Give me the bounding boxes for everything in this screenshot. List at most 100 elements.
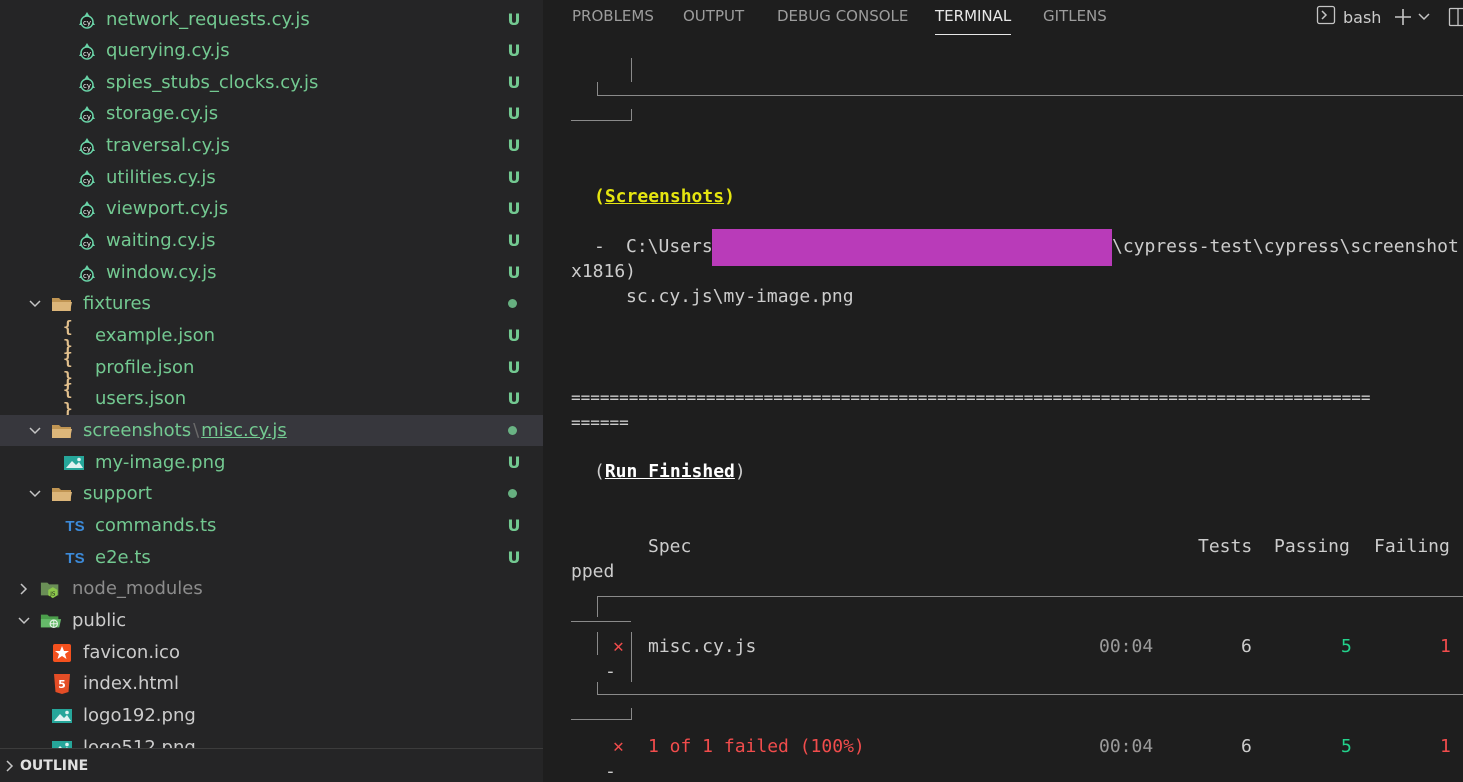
- chevron-down-icon[interactable]: [25, 288, 45, 319]
- tab-problems[interactable]: PROBLEMS: [572, 0, 654, 36]
- tab-label: PROBLEMS: [572, 7, 654, 25]
- folder-open-icon: [51, 483, 73, 505]
- summary-tests: 6: [1241, 736, 1252, 757]
- node-folder-icon: JS: [40, 578, 62, 600]
- svg-text:cy: cy: [83, 208, 91, 216]
- svg-text:cy: cy: [83, 240, 91, 248]
- tab-label: GITLENS: [1043, 7, 1107, 25]
- cypress-file-icon: cy: [76, 135, 98, 157]
- git-status-badge: U: [507, 41, 521, 60]
- file-row-commands-ts[interactable]: TS commands.ts U: [0, 510, 543, 541]
- file-row-waiting[interactable]: cy waiting.cy.js U: [0, 225, 543, 256]
- file-label: spies_stubs_clocks.cy.js: [106, 72, 319, 93]
- terminal-shell-selector[interactable]: bash: [1316, 5, 1381, 29]
- chevron-down-icon[interactable]: [25, 478, 45, 509]
- split-terminal-icon[interactable]: [1448, 5, 1463, 29]
- summary-failing: 1: [1440, 736, 1451, 757]
- box-border: [597, 82, 1463, 96]
- file-label: waiting.cy.js: [106, 230, 216, 251]
- terminal-output[interactable]: (Screenshots) - C:\Users \cypress-test\c…: [543, 36, 1463, 782]
- new-terminal-button[interactable]: [1393, 5, 1413, 29]
- table-header-passing: Passing: [1274, 536, 1350, 557]
- divider-line: ========================================…: [571, 388, 1371, 407]
- tab-output[interactable]: OUTPUT: [683, 0, 744, 36]
- file-row-example-json[interactable]: { } example.json U: [0, 317, 543, 355]
- git-status-badge: U: [507, 168, 521, 187]
- image-file-icon: [63, 452, 85, 474]
- svg-text:5: 5: [58, 678, 66, 691]
- cypress-file-icon: cy: [76, 72, 98, 94]
- outline-section-header[interactable]: OUTLINE: [0, 748, 543, 782]
- file-row-traversal[interactable]: cy traversal.cy.js U: [0, 130, 543, 161]
- svg-text:cy: cy: [83, 50, 91, 58]
- file-row-users-json[interactable]: { } users.json U: [0, 380, 543, 418]
- git-status-badge: U: [507, 10, 521, 29]
- chevron-down-icon[interactable]: [25, 415, 45, 446]
- folder-open-icon: [51, 293, 73, 315]
- chevron-right-icon[interactable]: [0, 749, 20, 782]
- tab-label: OUTPUT: [683, 7, 745, 25]
- chevron-down-icon[interactable]: [14, 605, 34, 636]
- file-row-index-html[interactable]: 5 index.html: [0, 668, 543, 699]
- tab-debug-console[interactable]: DEBUG CONSOLE: [777, 0, 908, 36]
- git-status-badge: U: [507, 389, 521, 408]
- file-label: logo192.png: [83, 705, 196, 726]
- public-folder-icon: [40, 610, 62, 632]
- svg-text:cy: cy: [83, 177, 91, 185]
- file-row-favicon[interactable]: favicon.ico: [0, 637, 543, 668]
- git-modified-dot: [508, 299, 517, 308]
- file-label: example.json: [95, 325, 215, 346]
- file-row-e2e-ts[interactable]: TS e2e.ts U: [0, 542, 543, 573]
- tab-terminal[interactable]: TERMINAL: [935, 0, 1012, 36]
- html5-file-icon: 5: [51, 673, 73, 695]
- file-row-logo192[interactable]: logo192.png: [0, 700, 543, 731]
- screenshot-path-wrap: x1816): [571, 261, 637, 282]
- folder-row-support[interactable]: support: [0, 478, 543, 509]
- file-label: index.html: [83, 673, 179, 694]
- folder-name: screenshots: [83, 420, 192, 441]
- tab-label: DEBUG CONSOLE: [777, 7, 909, 25]
- typescript-file-icon: TS: [65, 549, 85, 567]
- chevron-down-icon[interactable]: [1417, 5, 1431, 29]
- tab-gitlens[interactable]: GITLENS: [1043, 0, 1107, 36]
- folder-row-public[interactable]: public: [0, 605, 543, 636]
- folder-row-node-modules[interactable]: JS node_modules: [0, 573, 543, 604]
- row-wrap-dash: -: [605, 661, 616, 682]
- compact-subfolder-label[interactable]: misc.cy.js: [201, 420, 287, 441]
- svg-text:cy: cy: [83, 145, 91, 153]
- file-row-my-image[interactable]: my-image.png U: [0, 447, 543, 478]
- table-header-failing: Failing: [1374, 536, 1450, 557]
- folder-open-icon: [51, 420, 73, 442]
- file-label: querying.cy.js: [106, 40, 230, 61]
- file-row-profile-json[interactable]: { } profile.json U: [0, 349, 543, 387]
- file-row-viewport[interactable]: cy viewport.cy.js U: [0, 193, 543, 224]
- file-row-storage[interactable]: cy storage.cy.js U: [0, 98, 543, 129]
- git-modified-dot: [508, 426, 517, 435]
- folder-row-fixtures[interactable]: fixtures: [0, 288, 543, 319]
- cypress-file-icon: cy: [76, 40, 98, 62]
- file-row-spies-stubs-clocks[interactable]: cy spies_stubs_clocks.cy.js U: [0, 67, 543, 98]
- summary-duration: 00:04: [1099, 736, 1154, 757]
- file-row-querying[interactable]: cy querying.cy.js U: [0, 35, 543, 66]
- box-border: [597, 632, 598, 655]
- folder-row-screenshots[interactable]: screenshots \ misc.cy.js: [0, 415, 543, 446]
- tab-label: TERMINAL: [935, 7, 1012, 25]
- file-row-network-requests[interactable]: cy network_requests.cy.js U: [0, 4, 543, 35]
- table-header-tests: Tests: [1198, 536, 1253, 557]
- folder-label: support: [83, 483, 153, 504]
- summary-fail-x-icon: ✕: [613, 736, 624, 757]
- screenshot-path-dash: -: [594, 236, 605, 257]
- chevron-right-icon[interactable]: [14, 573, 34, 604]
- file-label: profile.json: [95, 357, 195, 378]
- file-row-window[interactable]: cy window.cy.js U: [0, 257, 543, 288]
- screenshot-path-prefix: C:\Users: [626, 236, 713, 257]
- terminal-icon: [1316, 5, 1336, 29]
- box-border: [571, 708, 632, 720]
- git-status-badge: U: [507, 453, 521, 472]
- git-modified-dot: [508, 489, 517, 498]
- folder-label: fixtures: [83, 293, 151, 314]
- cypress-file-icon: cy: [76, 103, 98, 125]
- fail-x-icon: ✕: [613, 636, 624, 657]
- file-row-utilities[interactable]: cy utilities.cy.js U: [0, 162, 543, 193]
- cypress-file-icon: cy: [76, 198, 98, 220]
